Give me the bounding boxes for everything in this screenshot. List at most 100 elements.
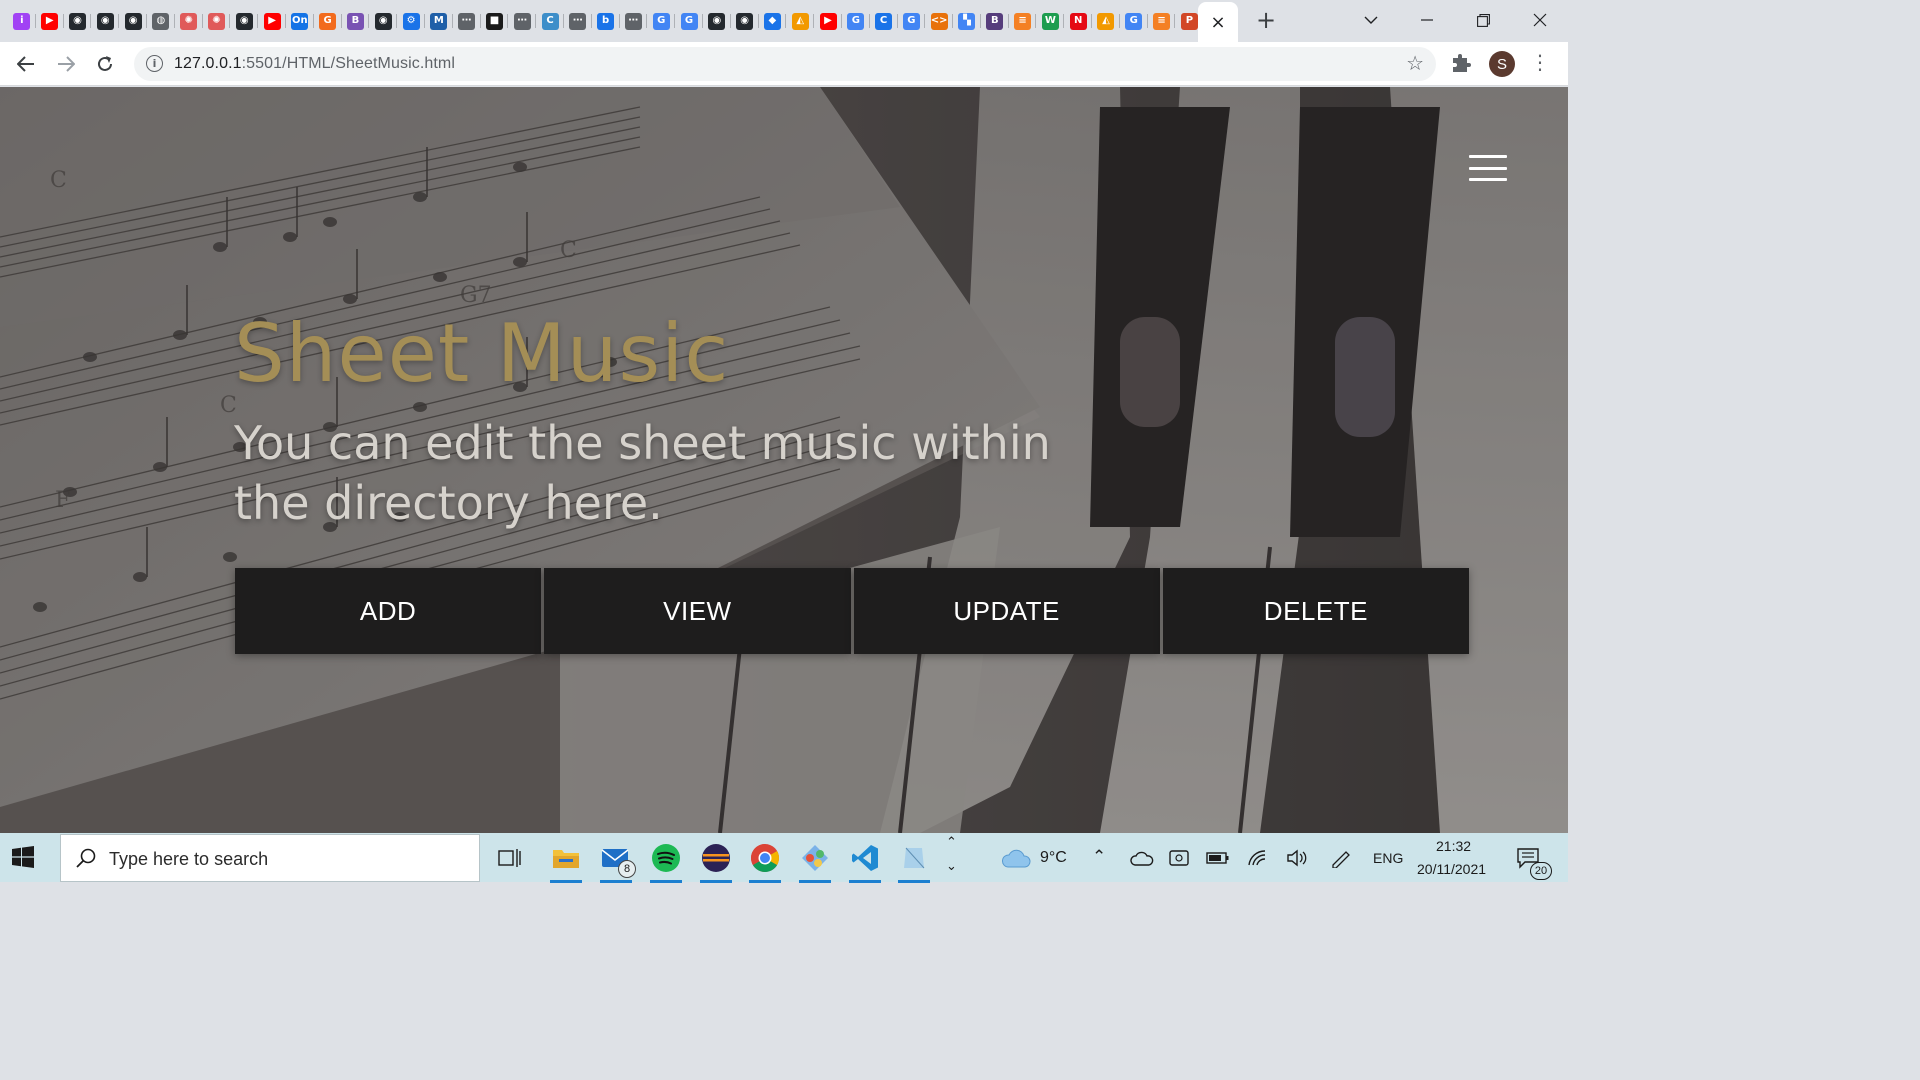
add-button[interactable]: ADD: [235, 568, 542, 654]
browser-tab[interactable]: ⋯: [453, 6, 481, 36]
browser-tab[interactable]: <>: [925, 6, 953, 36]
browser-tab[interactable]: ◉: [731, 6, 759, 36]
active-tab[interactable]: ×: [1198, 2, 1238, 42]
browser-tab[interactable]: G: [898, 6, 926, 36]
browser-tab[interactable]: ⋯: [564, 6, 592, 36]
browser-tab[interactable]: i: [8, 6, 36, 36]
browser-window: i ▶ ◉ ◉ ◉ ◍ ✺ ✺ ◉ ▶ On G B ◉ ⚙ M ⋯ ■ ⋯ C ⋯ b ⋯ G G ◉ ◉ ◆ ◭ ▶ G C G <> ▚ B ≡ W…: [0, 0, 1568, 833]
browser-tab[interactable]: ≡: [1148, 6, 1176, 36]
browser-tab[interactable]: G: [675, 6, 703, 36]
meet-now-icon[interactable]: [1162, 840, 1198, 876]
restore-icon[interactable]: [1455, 0, 1511, 40]
browser-toolbar: i 127.0.0.1:5501/HTML/SheetMusic.html ☆ …: [0, 42, 1568, 86]
browser-tab[interactable]: ◉: [119, 6, 147, 36]
scroll-down-icon[interactable]: ⌄: [946, 859, 957, 874]
browser-tab[interactable]: M: [425, 6, 453, 36]
file-explorer-icon[interactable]: [548, 840, 584, 883]
battery-icon[interactable]: [1200, 840, 1236, 876]
pen-icon[interactable]: [1323, 840, 1359, 876]
search-placeholder: Type here to search: [109, 849, 269, 869]
extensions-puzzle-icon[interactable]: [1450, 52, 1474, 76]
tab-favicon-mvn-icon: M: [430, 12, 448, 30]
volume-icon[interactable]: [1279, 840, 1315, 876]
task-view-icon[interactable]: [492, 840, 528, 876]
browser-tab[interactable]: ▶: [814, 6, 842, 36]
browser-tab[interactable]: ◭: [1092, 6, 1120, 36]
profile-avatar[interactable]: S: [1489, 51, 1515, 77]
browser-tab[interactable]: B: [342, 6, 370, 36]
browser-tab[interactable]: ▶: [258, 6, 286, 36]
browser-tab[interactable]: ◉: [64, 6, 92, 36]
close-window-icon[interactable]: [1512, 0, 1568, 40]
browser-tab[interactable]: ◉: [230, 6, 258, 36]
browser-tab[interactable]: ◉: [703, 6, 731, 36]
notepad-icon[interactable]: [896, 840, 932, 883]
delete-button[interactable]: DELETE: [1162, 568, 1469, 654]
browser-tab[interactable]: ▶: [36, 6, 64, 36]
scroll-up-icon[interactable]: ⌃: [946, 835, 957, 850]
browser-tab[interactable]: G: [1120, 6, 1148, 36]
browser-tab[interactable]: ≡: [1009, 6, 1037, 36]
spotify-icon[interactable]: [648, 840, 684, 883]
view-button[interactable]: VIEW: [544, 568, 851, 654]
browser-tab[interactable]: ◭: [786, 6, 814, 36]
bookmark-star-icon[interactable]: ☆: [1406, 51, 1424, 75]
browser-tab[interactable]: ◆: [759, 6, 787, 36]
tab-favicon-g-orange-icon: G: [319, 12, 337, 30]
browser-tab[interactable]: W: [1036, 6, 1065, 36]
tab-favicon-github-icon: ◉: [124, 12, 142, 30]
site-info-icon[interactable]: i: [146, 55, 163, 72]
browser-tab[interactable]: ■: [481, 6, 509, 36]
clock-date[interactable]: 20/11/2021: [1417, 861, 1486, 877]
tab-favicon-google-icon: G: [680, 12, 698, 30]
chrome-icon[interactable]: [747, 840, 783, 883]
show-hidden-icons-chevron-icon[interactable]: ⌃: [1092, 847, 1106, 867]
update-button[interactable]: UPDATE: [853, 568, 1160, 654]
notifications-icon[interactable]: 20: [1510, 840, 1552, 880]
browser-menu-icon[interactable]: ⋮: [1530, 50, 1550, 74]
browser-tab[interactable]: ⋯: [620, 6, 648, 36]
tab-favicon-github-icon: ◉: [736, 12, 754, 30]
tab-search-icon[interactable]: [1343, 0, 1399, 40]
browser-tab[interactable]: ⚙: [397, 6, 425, 36]
url-text[interactable]: 127.0.0.1:5501/HTML/SheetMusic.html: [174, 55, 455, 73]
taskbar-search[interactable]: Type here to search: [60, 834, 480, 882]
browser-tab[interactable]: N: [1064, 6, 1092, 36]
browser-tab[interactable]: C: [870, 6, 898, 36]
language-indicator[interactable]: ENG: [1373, 850, 1403, 866]
minimize-icon[interactable]: [1399, 0, 1455, 40]
browser-tab[interactable]: ◍: [147, 6, 175, 36]
close-tab-icon[interactable]: ×: [1210, 12, 1225, 33]
browser-tab[interactable]: G: [314, 6, 342, 36]
eclipse-icon[interactable]: [698, 840, 734, 883]
weather-temperature[interactable]: 9°C: [1040, 849, 1067, 867]
browser-tab[interactable]: ✺: [203, 6, 231, 36]
new-tab-button[interactable]: +: [1252, 6, 1280, 34]
browser-tab[interactable]: ▚: [953, 6, 981, 36]
browser-tab[interactable]: ◉: [91, 6, 119, 36]
reload-icon[interactable]: [89, 48, 121, 80]
browser-tab[interactable]: C: [536, 6, 564, 36]
wifi-icon[interactable]: [1240, 840, 1276, 876]
page-subtitle: You can edit the sheet music within the …: [234, 416, 1051, 530]
browser-tab[interactable]: On: [286, 6, 314, 36]
browser-tab[interactable]: G: [647, 6, 675, 36]
address-bar[interactable]: i 127.0.0.1:5501/HTML/SheetMusic.html ☆: [134, 47, 1436, 81]
onedrive-icon[interactable]: [1124, 840, 1160, 876]
back-icon[interactable]: [10, 48, 42, 80]
clock-time[interactable]: 21:32: [1436, 838, 1471, 854]
windows-start-icon[interactable]: [12, 846, 38, 870]
mail-icon[interactable]: 8: [598, 840, 636, 883]
browser-tab[interactable]: B: [981, 6, 1009, 36]
browser-tab[interactable]: ◉: [369, 6, 397, 36]
tab-favicon-dots-icon: ⋯: [513, 12, 531, 30]
weather-cloud-icon[interactable]: [998, 840, 1034, 876]
forward-icon[interactable]: [50, 48, 82, 80]
browser-tab[interactable]: ⋯: [508, 6, 536, 36]
browser-tab[interactable]: ✺: [175, 6, 203, 36]
hamburger-menu-icon[interactable]: [1469, 155, 1507, 181]
browser-tab[interactable]: G: [842, 6, 870, 36]
browser-tab[interactable]: b: [592, 6, 620, 36]
sourcetree-icon[interactable]: [797, 840, 833, 883]
vscode-icon[interactable]: [847, 840, 883, 883]
